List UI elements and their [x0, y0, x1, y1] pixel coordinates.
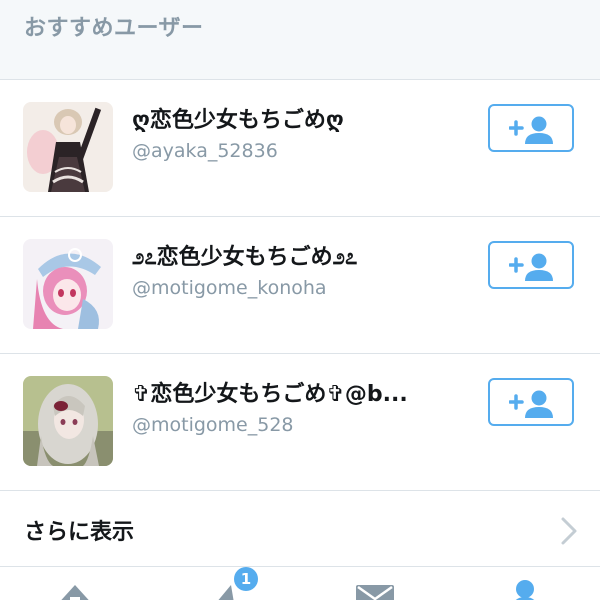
- add-user-icon: [509, 253, 553, 281]
- user-avatar[interactable]: [23, 102, 113, 192]
- notification-badge: 1: [234, 567, 258, 591]
- tab-home[interactable]: [0, 567, 150, 600]
- user-handle: @motigome_528: [132, 414, 294, 436]
- follow-button[interactable]: [488, 104, 574, 152]
- home-icon: [61, 585, 89, 600]
- user-avatar[interactable]: [23, 239, 113, 329]
- follow-button[interactable]: [488, 378, 574, 426]
- user-display-name[interactable]: ✞恋色少女もちごめ✞@b...: [132, 376, 408, 408]
- user-avatar[interactable]: [23, 376, 113, 466]
- follow-button[interactable]: [488, 241, 574, 289]
- user-row[interactable]: ღ恋色少女もちごめღ @ayaka_52836: [0, 80, 600, 217]
- recommended-users-screen: おすすめユーザー ღ恋色少女もちごめღ @ayaka_52836 ೨೭恋色少女も…: [0, 0, 600, 600]
- bottom-tab-bar: 1: [0, 567, 600, 600]
- profile-icon: [515, 580, 535, 600]
- add-user-icon: [509, 116, 553, 144]
- show-more-label[interactable]: さらに表示: [24, 514, 134, 546]
- user-handle: @ayaka_52836: [132, 140, 278, 162]
- messages-icon: [356, 585, 394, 600]
- user-row[interactable]: ೨೭恋色少女もちごめ೨೭ @motigome_konoha: [0, 217, 600, 354]
- chevron-right-icon: [561, 517, 577, 545]
- user-handle: @motigome_konoha: [132, 277, 327, 299]
- tab-profile[interactable]: [450, 567, 600, 600]
- section-title: おすすめユーザー: [24, 16, 204, 41]
- anime-girl-black-dress-avatar: [23, 102, 113, 192]
- user-row[interactable]: ✞恋色少女もちごめ✞@b... @motigome_528: [0, 354, 600, 491]
- tab-messages[interactable]: [300, 567, 450, 600]
- section-header: おすすめユーザー: [0, 0, 600, 80]
- add-user-icon: [509, 390, 553, 418]
- user-display-name[interactable]: ೨೭恋色少女もちごめ೨೭: [132, 239, 357, 271]
- anime-girl-pink-hair-avatar: [23, 239, 113, 329]
- show-more-row[interactable]: さらに表示: [0, 492, 600, 567]
- anime-girl-silver-hair-avatar: [23, 376, 113, 466]
- user-display-name[interactable]: ღ恋色少女もちごめღ: [132, 102, 344, 134]
- tab-notifications[interactable]: 1: [150, 567, 300, 600]
